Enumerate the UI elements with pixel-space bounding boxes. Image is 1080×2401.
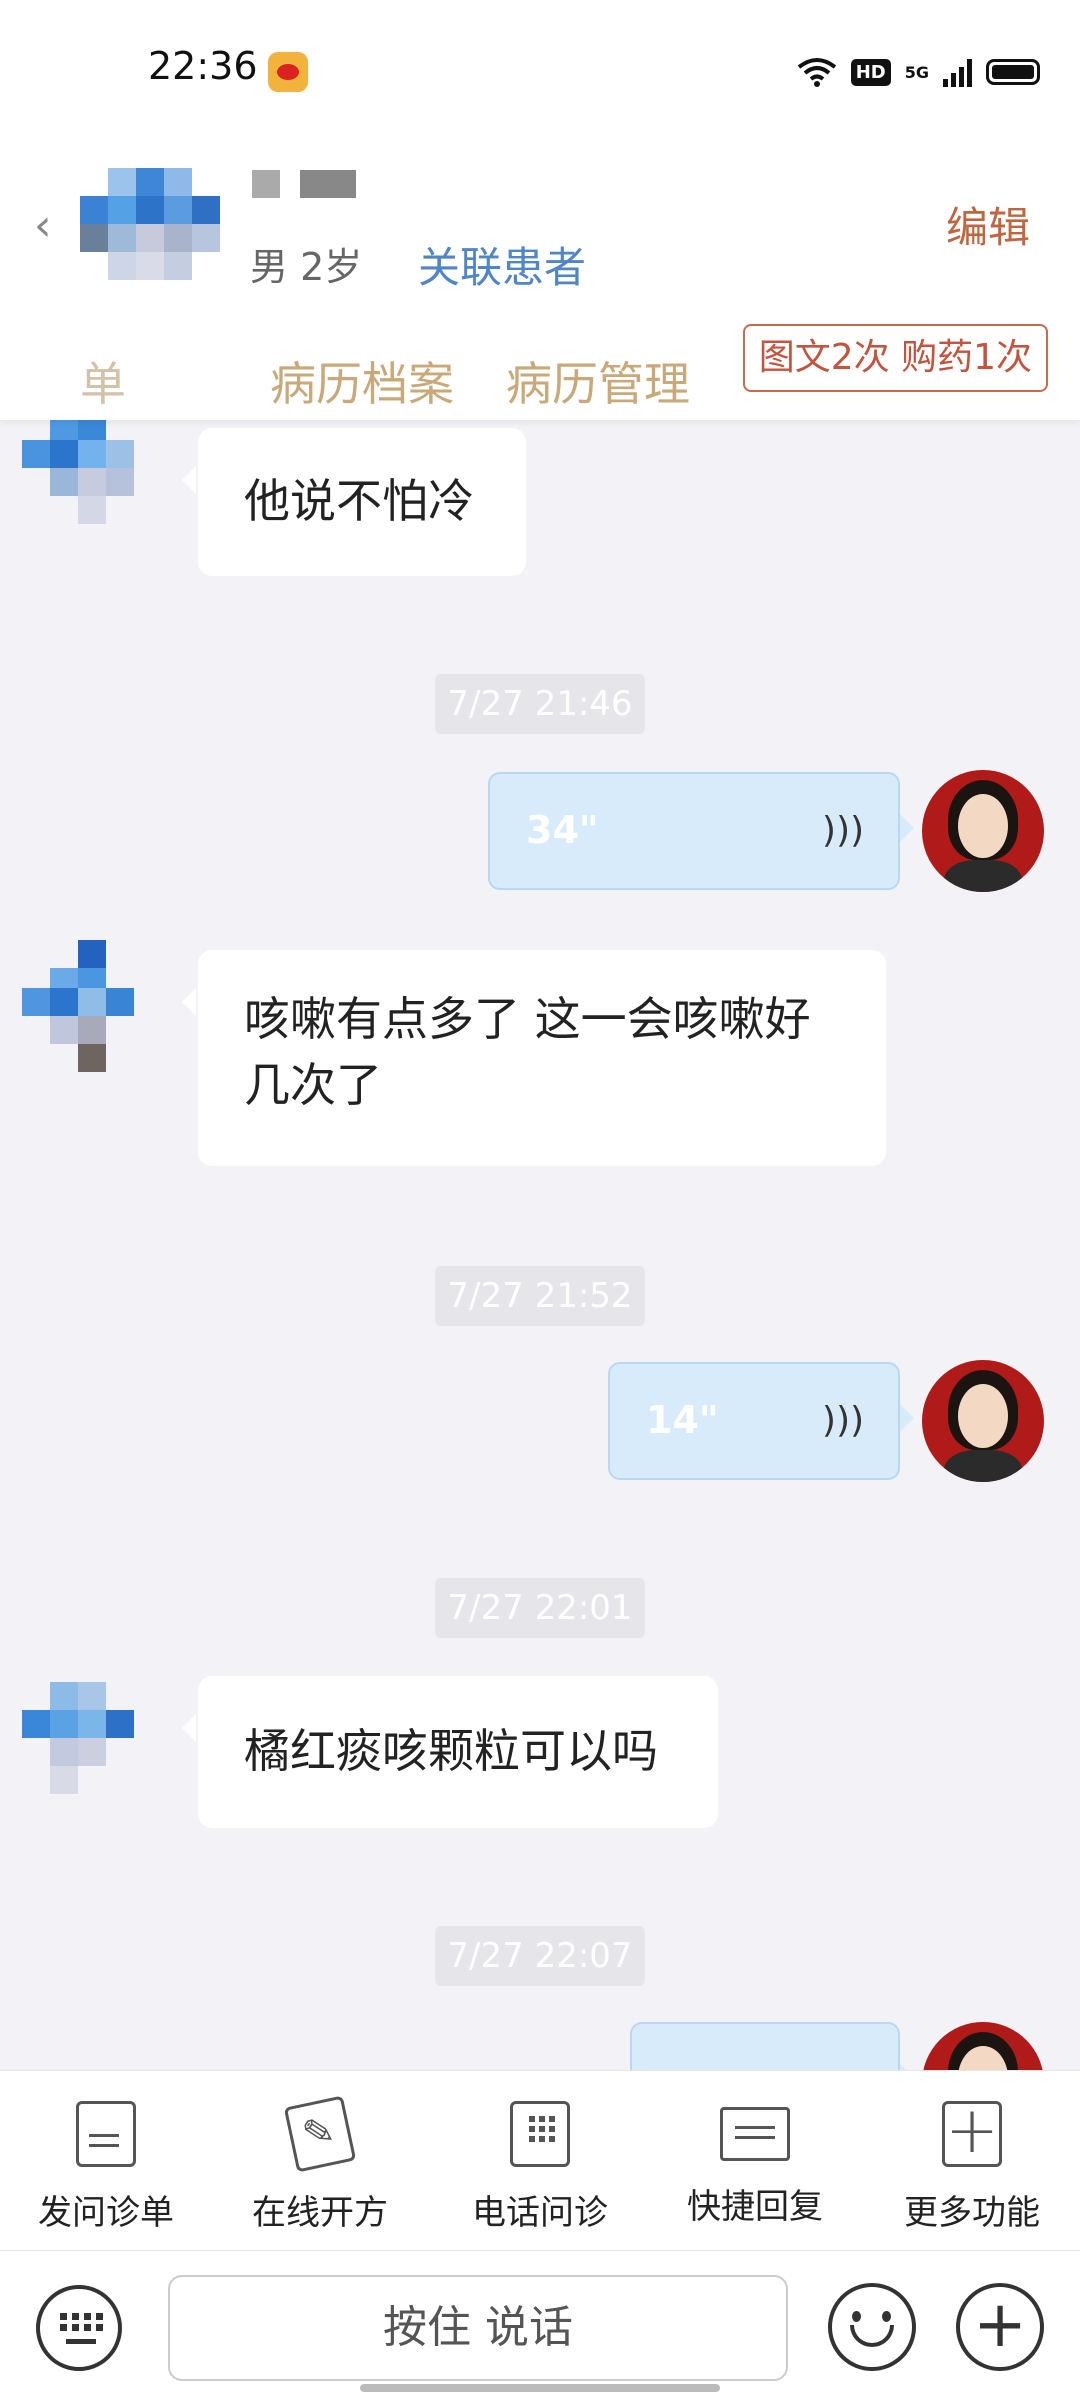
patient-message[interactable]: 橘红痰咳颗粒可以吗 — [182, 1676, 718, 1828]
quick-action-bar: 发问诊单 在线开方 电话问诊 快捷回复 更多功能 — [0, 2070, 1080, 2251]
signal-icon — [943, 57, 972, 87]
back-arrow-icon[interactable]: ‹ — [34, 200, 52, 251]
prescription-icon — [283, 2095, 357, 2173]
system-icons: HD 5G — [797, 52, 1040, 92]
battery-icon — [986, 59, 1040, 85]
voice-message[interactable]: 14" ((( — [608, 1362, 914, 1480]
link-patient-button[interactable]: 关联患者 — [418, 234, 586, 295]
status-bar: 22:36 HD 5G — [0, 0, 1080, 140]
patient-avatar[interactable] — [22, 1682, 172, 1832]
online-prescription-button[interactable]: 在线开方 — [230, 2095, 410, 2234]
patient-avatar[interactable] — [80, 168, 228, 316]
patient-avatar[interactable] — [22, 420, 172, 570]
voice-message[interactable]: 34" ((( — [488, 772, 914, 890]
clock: 22:36 — [148, 44, 258, 88]
input-bar: 按住 说话 + — [0, 2250, 1080, 2401]
message-timestamp: 7/27 21:52 — [435, 1266, 645, 1326]
patient-gender-age: 男 2岁 — [250, 245, 363, 289]
patient-message[interactable]: 他说不怕冷 — [182, 428, 526, 576]
network-type: 5G — [904, 62, 929, 82]
voice-message[interactable] — [630, 2022, 914, 2070]
message-timestamp: 7/27 22:07 — [435, 1926, 645, 1986]
action-label: 在线开方 — [252, 2193, 388, 2233]
chat-messages: 他说不怕冷 7/27 21:46 34" ((( 咳嗽有点多了 这一会咳嗽好几次… — [0, 420, 1080, 2070]
tab-medical-records[interactable]: 病历档案 — [270, 348, 454, 414]
action-label: 更多功能 — [904, 2193, 1040, 2233]
wifi-icon — [797, 58, 836, 87]
voice-wave-icon: ((( — [821, 1400, 864, 1441]
more-functions-button[interactable]: 更多功能 — [882, 2094, 1062, 2234]
quick-reply-button[interactable]: 快捷回复 — [665, 2101, 845, 2228]
plus-icon[interactable]: + — [956, 2283, 1044, 2371]
plus-square-icon — [942, 2094, 1002, 2168]
voice-duration: 14" — [646, 1398, 719, 1442]
phone-consultation-button[interactable]: 电话问诊 — [450, 2101, 630, 2234]
send-questionnaire-button[interactable]: 发问诊单 — [16, 2101, 196, 2234]
edit-button[interactable]: 编辑 — [946, 194, 1030, 255]
weibo-notification-icon — [268, 52, 308, 92]
action-label: 快捷回复 — [687, 2187, 823, 2227]
patient-name-redacted — [252, 170, 356, 198]
doctor-avatar[interactable] — [922, 770, 1044, 892]
quick-reply-icon — [720, 2107, 790, 2161]
tab-record-management[interactable]: 病历管理 — [506, 348, 690, 414]
patient-message[interactable]: 咳嗽有点多了 这一会咳嗽好几次了 — [182, 950, 886, 1166]
emoji-icon[interactable] — [828, 2283, 916, 2371]
action-label: 发问诊单 — [38, 2193, 174, 2233]
patient-avatar[interactable] — [22, 940, 172, 1090]
doctor-avatar[interactable] — [922, 1360, 1044, 1482]
chat-header: ‹ 男 2岁 关联患者 编辑 单 病历档案 病历管理 图文2次 购药1次 — [0, 140, 1080, 420]
service-quota-badge[interactable]: 图文2次 购药1次 — [742, 324, 1048, 392]
phone-icon — [510, 2101, 570, 2167]
voice-duration: 34" — [526, 808, 599, 852]
message-timestamp: 7/27 22:01 — [435, 1578, 645, 1638]
questionnaire-icon — [76, 2101, 136, 2167]
action-label: 电话问诊 — [472, 2193, 608, 2233]
home-indicator[interactable] — [360, 2384, 720, 2392]
keyboard-icon[interactable] — [36, 2285, 122, 2371]
hd-badge: HD — [850, 58, 891, 86]
message-timestamp: 7/27 21:46 — [435, 674, 645, 734]
tab-order[interactable]: 单 — [80, 348, 126, 414]
voice-wave-icon: ((( — [821, 810, 864, 851]
hold-to-talk-button[interactable]: 按住 说话 — [168, 2275, 788, 2381]
doctor-avatar[interactable] — [922, 2022, 1044, 2070]
